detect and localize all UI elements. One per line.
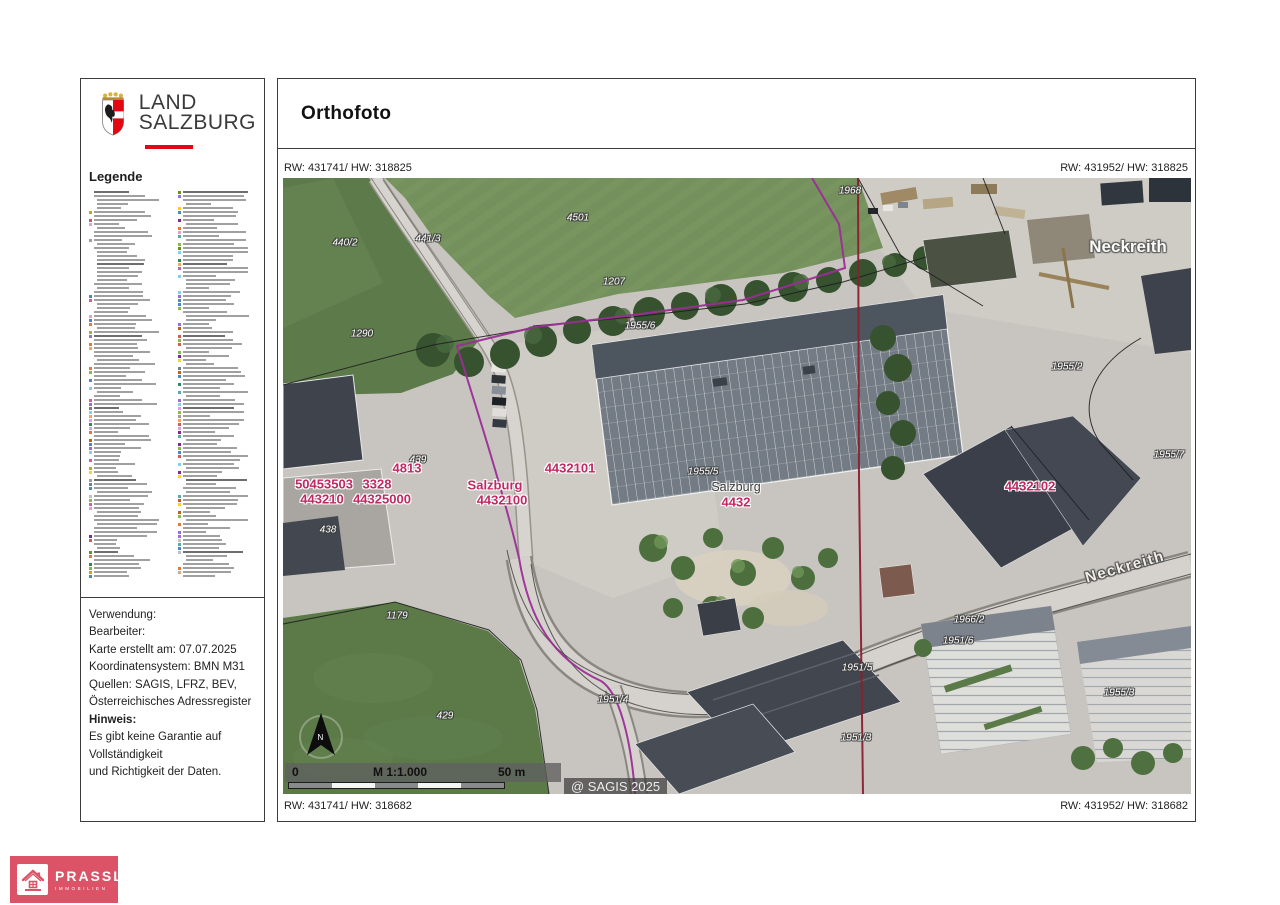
coordinates-bottom: RW: 431741/ HW: 318682 RW: 431952/ HW: 3…: [284, 800, 1188, 812]
highlighted-parcel-label: 4432101: [545, 461, 596, 476]
parcel-label: 1951/5: [842, 663, 873, 674]
scale-distance: 50 m: [498, 765, 525, 779]
metadata-note-label: Hinweis:: [89, 712, 256, 729]
legend-column-2: [178, 190, 261, 582]
logo-line1: LAND: [139, 93, 256, 113]
highlighted-parcel-label: 4432102: [1005, 479, 1056, 494]
place-label: Neckreith: [1089, 237, 1166, 257]
highlighted-parcel-label: 50453503: [295, 477, 353, 492]
map-panel: Orthofoto RW: 431741/ HW: 318825 RW: 431…: [277, 78, 1196, 822]
metadata-line: Koordinatensystem: BMN M31: [89, 659, 256, 676]
metadata-line: Verwendung:: [89, 607, 256, 624]
coordinates-top: RW: 431741/ HW: 318825 RW: 431952/ HW: 3…: [284, 162, 1188, 174]
parcel-label: 1966/2: [954, 615, 985, 626]
coord-top-right: RW: 431952/ HW: 318825: [1060, 162, 1188, 174]
metadata-line: Quellen: SAGIS, LFRZ, BEV,: [89, 677, 256, 694]
parcel-label: 1951/6: [943, 636, 974, 647]
parcel-label: 1951/3: [841, 733, 872, 744]
highlighted-parcel-label: Salzburg: [468, 478, 523, 493]
map-metadata: Verwendung:Bearbeiter:Karte erstellt am:…: [81, 597, 264, 821]
parcel-label: 440/2: [332, 238, 357, 249]
prassl-subtitle: IMMOBILIEN: [55, 886, 124, 891]
metadata-note-line: Es gibt keine Garantie auf Vollständigke…: [89, 729, 256, 764]
map-header: Orthofoto: [278, 79, 1195, 149]
scale-ratio: M 1:1.000: [373, 765, 427, 779]
salzburg-coat-of-arms-icon: [99, 89, 129, 139]
parcel-label: 429: [437, 711, 454, 722]
scale-zero: 0: [292, 765, 299, 779]
metadata-note-line: und Richtigkeit der Daten.: [89, 764, 256, 781]
highlighted-parcel-label: 3328: [363, 477, 392, 492]
metadata-line: Bearbeiter:: [89, 624, 256, 641]
logo-line2: SALZBURG: [139, 113, 256, 133]
municipality-label: Salzburg: [711, 480, 760, 494]
land-salzburg-logo: LAND SALZBURG: [81, 79, 264, 139]
parcel-label: 1290: [351, 329, 373, 340]
parcel-label: 1968: [839, 186, 861, 197]
info-panel: LAND SALZBURG Legende Verwendung:Bearbei…: [80, 78, 265, 822]
parcel-label: 1955/2: [1052, 362, 1083, 373]
scale-bar: 0 M 1:1.000 50 m: [285, 763, 561, 782]
highlighted-parcel-label: 4813: [393, 461, 422, 476]
highlighted-parcel-label: 44325000: [353, 492, 411, 507]
metadata-line: Österreichisches Adressregister: [89, 694, 256, 711]
scale-bar-segments: [288, 782, 505, 789]
legend-entry: [89, 574, 172, 578]
parcel-label: 1955/7: [1154, 450, 1185, 461]
coord-bottom-left: RW: 431741/ HW: 318682: [284, 800, 412, 812]
coord-bottom-right: RW: 431952/ HW: 318682: [1060, 800, 1188, 812]
sagis-credit: @ SAGIS 2025: [564, 778, 667, 794]
highlighted-parcel-label: 443210: [300, 492, 343, 507]
metadata-line: Karte erstellt am: 07.07.2025: [89, 642, 256, 659]
svg-text:N: N: [318, 733, 324, 742]
legend-entry: [178, 574, 261, 578]
legend-title: Legende: [89, 169, 264, 184]
legend-list: [89, 190, 260, 582]
coord-top-left: RW: 431741/ HW: 318825: [284, 162, 412, 174]
parcel-label: 1955/6: [625, 321, 656, 332]
legend-column-1: [89, 190, 172, 582]
parcel-label: 1951/4: [598, 695, 629, 706]
highlighted-parcel-label: 4432: [722, 495, 751, 510]
parcel-label: 1207: [603, 277, 625, 288]
parcel-label: 1179: [386, 611, 408, 622]
parcel-label: 4501: [567, 213, 589, 224]
house-icon: [17, 864, 48, 895]
parcel-label: 441/3: [415, 234, 440, 245]
page-title: Orthofoto: [301, 103, 391, 125]
highlighted-parcel-label: 4432100: [477, 493, 528, 508]
prassl-name: PRASSL: [55, 869, 124, 883]
logo-underline: [145, 145, 193, 149]
parcel-label: 438: [320, 525, 337, 536]
orthophoto-map: N 440/2441/34501196812071955/61290439438…: [283, 178, 1191, 794]
parcel-label: 1955/5: [688, 467, 719, 478]
prassl-logo: PRASSL IMMOBILIEN: [10, 856, 118, 903]
parcel-label: 1955/3: [1104, 688, 1135, 699]
